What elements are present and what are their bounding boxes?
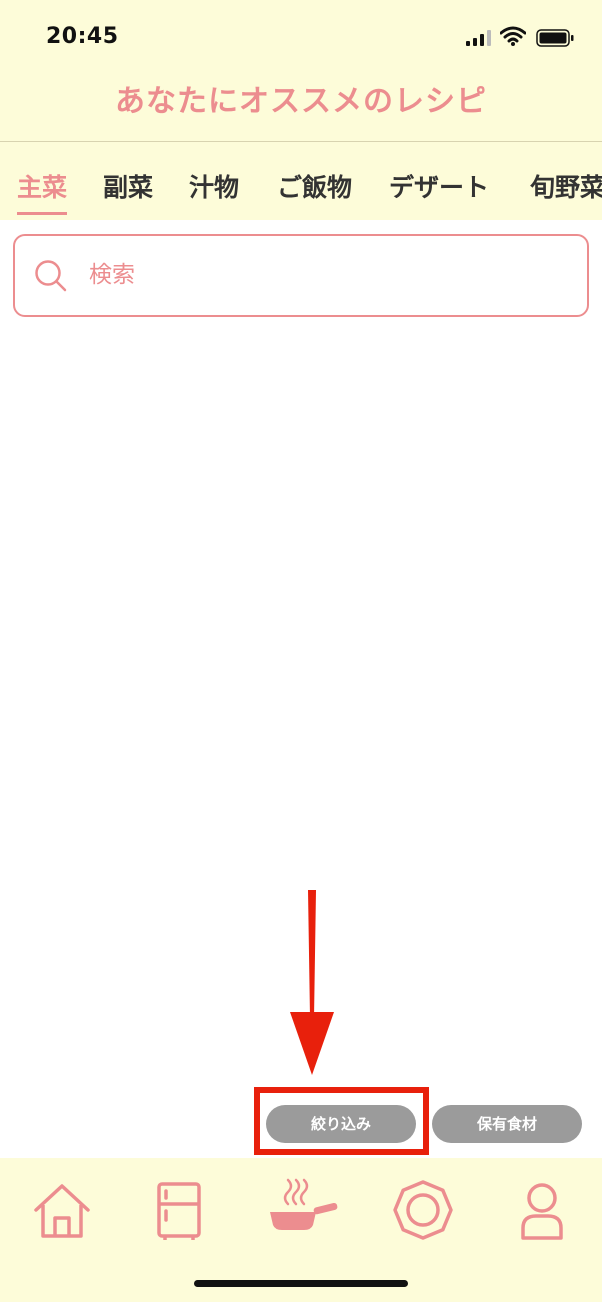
- profile-icon[interactable]: [510, 1178, 574, 1242]
- plate-icon[interactable]: [391, 1178, 455, 1242]
- fridge-icon[interactable]: [147, 1178, 211, 1242]
- bottom-tab-bar: [0, 1158, 602, 1302]
- category-tabs: 主菜 副菜 汁物 ご飯物 デザート 旬野菜: [0, 150, 602, 220]
- tab-main-dish[interactable]: 主菜: [17, 168, 68, 215]
- header: 20:45 あなたにオススメのレシピ 主菜 副菜 汁物 ご飯物 デザート 旬野菜: [0, 0, 602, 220]
- tab-seasonal-vegetables[interactable]: 旬野菜: [530, 168, 602, 204]
- cooking-pan-icon[interactable]: [266, 1178, 340, 1242]
- status-time: 20:45: [46, 24, 119, 49]
- search-icon: [35, 260, 67, 292]
- tab-side-dish[interactable]: 副菜: [103, 168, 153, 204]
- home-indicator: [194, 1280, 408, 1287]
- home-icon[interactable]: [30, 1178, 94, 1242]
- header-divider: [0, 141, 602, 142]
- tab-soup[interactable]: 汁物: [189, 168, 239, 204]
- annotation-arrow-icon: [290, 890, 334, 1075]
- page-title: あなたにオススメのレシピ: [115, 84, 487, 119]
- tab-dessert[interactable]: デザート: [389, 168, 489, 204]
- battery-icon: [536, 29, 574, 47]
- signal-icon: [466, 30, 491, 46]
- wifi-icon: [500, 26, 526, 46]
- tab-rice-dish[interactable]: ご飯物: [277, 168, 352, 204]
- search-input[interactable]: [89, 250, 569, 300]
- filter-button[interactable]: 絞り込み: [266, 1105, 416, 1143]
- owned-ingredients-button[interactable]: 保有食材: [432, 1105, 582, 1143]
- status-bar: 20:45: [0, 0, 602, 72]
- search-bar[interactable]: [13, 234, 589, 317]
